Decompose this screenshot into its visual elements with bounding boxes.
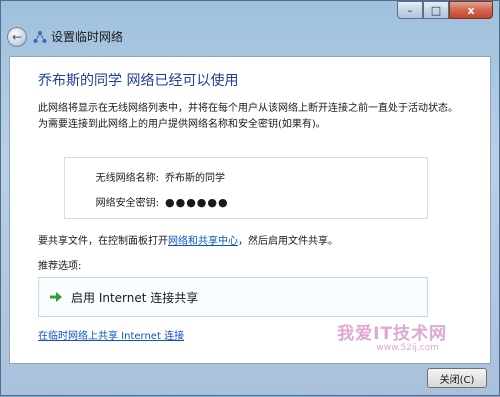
description-text: 此网络将显示在无线网络列表中，并将在每个用户从该网络上断开连接之前一直处于活动状…: [38, 103, 458, 130]
security-key-label: 网络安全密钥:: [95, 198, 159, 209]
share-text-before: 要共享文件，在控制面板打开: [38, 236, 168, 247]
security-key-row: 网络安全密钥: ●●●●●●: [75, 194, 229, 209]
network-name-label: 无线网络名称:: [95, 173, 159, 184]
back-button[interactable]: ←: [7, 27, 27, 47]
file-sharing-text: 要共享文件，在控制面板打开网络和共享中心，然后启用文件共享。: [38, 232, 338, 247]
security-key-value: ●●●●●●: [165, 196, 229, 209]
minimize-button[interactable]: –: [397, 1, 423, 19]
network-info-box: 无线网络名称: 乔布斯的同学 网络安全密钥: ●●●●●●: [64, 157, 428, 219]
window-title: 设置临时网络: [51, 30, 124, 44]
network-icon: [33, 31, 47, 43]
dialog-window: ← 设置临时网络 – □ x 乔布斯的同学 网络已经可以使用 此网络将显示在无线…: [0, 0, 500, 396]
close-button[interactable]: 关闭(C): [427, 368, 487, 388]
green-arrow-icon: [50, 292, 62, 302]
enable-ics-option[interactable]: 启用 Internet 连接共享: [38, 277, 428, 317]
share-internet-link[interactable]: 在临时网络上共享 Internet 连接: [38, 327, 184, 342]
watermark-text: 我爱IT技术网: [337, 324, 447, 344]
window-controls: – □ x: [397, 1, 493, 19]
close-window-button[interactable]: x: [449, 1, 493, 19]
content-panel: 乔布斯的同学 网络已经可以使用 此网络将显示在无线网络列表中，并将在每个用户从该…: [9, 56, 491, 364]
page-heading: 乔布斯的同学 网络已经可以使用: [38, 73, 239, 89]
recommended-label: 推荐选项:: [38, 261, 82, 272]
network-name-value: 乔布斯的同学: [165, 173, 225, 184]
watermark-url: www.52ij.com: [376, 343, 439, 353]
share-text-after: ，然后启用文件共享。: [238, 236, 338, 247]
network-name-row: 无线网络名称: 乔布斯的同学: [75, 169, 225, 184]
enable-ics-label: 启用 Internet 连接共享: [71, 290, 199, 305]
back-arrow-icon: ←: [11, 30, 23, 44]
title-bar: ← 设置临时网络 – □ x: [1, 1, 499, 49]
maximize-button[interactable]: □: [423, 1, 449, 19]
network-sharing-center-link[interactable]: 网络和共享中心: [168, 236, 238, 247]
footer-bar: 关闭(C): [1, 364, 499, 397]
